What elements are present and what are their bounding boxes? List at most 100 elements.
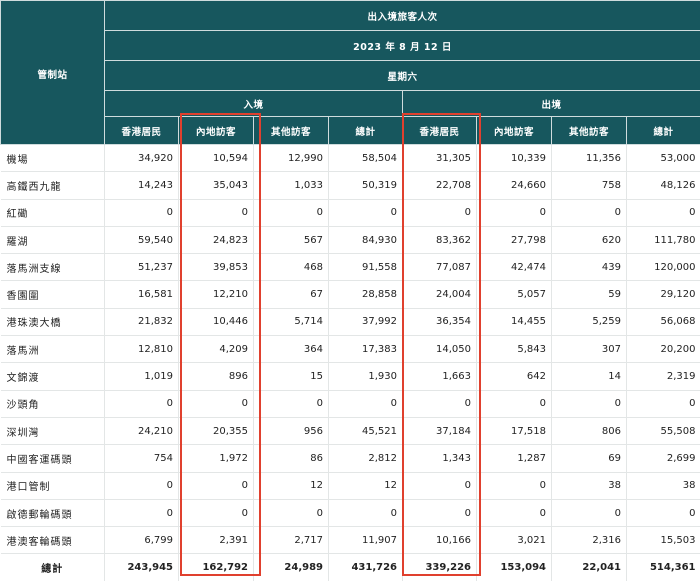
column-header: 總計 xyxy=(627,117,700,145)
table-cell: 22,041 xyxy=(552,554,627,581)
table-cell: 0 xyxy=(105,390,179,417)
table-cell: 4,209 xyxy=(179,336,254,363)
table-cell: 10,166 xyxy=(403,527,477,554)
table-cell: 514,361 xyxy=(627,554,700,581)
table-row: 文錦渡1,019896151,9301,663642142,319 xyxy=(1,363,700,390)
table-cell: 2,319 xyxy=(627,363,700,390)
table-row: 啟德郵輪碼頭00000000 xyxy=(1,499,700,526)
table-cell: 162,792 xyxy=(179,554,254,581)
table-cell: 0 xyxy=(403,472,477,499)
arrival-header: 入境 xyxy=(105,91,403,117)
table-cell: 28,858 xyxy=(329,281,403,308)
table-cell: 0 xyxy=(477,472,552,499)
table-cell: 42,474 xyxy=(477,254,552,281)
table-cell: 567 xyxy=(254,226,329,253)
table-cell: 1,930 xyxy=(329,363,403,390)
table-cell: 3,021 xyxy=(477,527,552,554)
station-name: 落馬洲 xyxy=(1,336,105,363)
table-cell: 14 xyxy=(552,363,627,390)
table-cell: 0 xyxy=(477,499,552,526)
table-cell: 2,699 xyxy=(627,445,700,472)
table-cell: 806 xyxy=(552,417,627,444)
table-cell: 27,798 xyxy=(477,226,552,253)
table-cell: 17,518 xyxy=(477,417,552,444)
table-cell: 0 xyxy=(254,390,329,417)
column-header: 內地訪客 xyxy=(477,117,552,145)
table-cell: 55,508 xyxy=(627,417,700,444)
table-cell: 1,972 xyxy=(179,445,254,472)
table-cell: 45,521 xyxy=(329,417,403,444)
table-cell: 22,708 xyxy=(403,172,477,199)
table-cell: 1,663 xyxy=(403,363,477,390)
table-cell: 38 xyxy=(627,472,700,499)
station-name: 羅湖 xyxy=(1,226,105,253)
station-name: 深圳灣 xyxy=(1,417,105,444)
table-cell: 50,319 xyxy=(329,172,403,199)
table-cell: 2,717 xyxy=(254,527,329,554)
table-cell: 16,581 xyxy=(105,281,179,308)
table-cell: 0 xyxy=(552,390,627,417)
table-cell: 37,184 xyxy=(403,417,477,444)
table-cell: 439 xyxy=(552,254,627,281)
table-cell: 0 xyxy=(254,199,329,226)
table-cell: 48,126 xyxy=(627,172,700,199)
table-cell: 12 xyxy=(329,472,403,499)
column-header: 內地訪客 xyxy=(179,117,254,145)
table-cell: 69 xyxy=(552,445,627,472)
table-cell: 12,990 xyxy=(254,145,329,172)
table-cell: 1,287 xyxy=(477,445,552,472)
table-cell: 53,000 xyxy=(627,145,700,172)
table-cell: 56,068 xyxy=(627,308,700,335)
table-row: 高鐵西九龍14,24335,0431,03350,31922,70824,660… xyxy=(1,172,700,199)
table-cell: 620 xyxy=(552,226,627,253)
table-cell: 0 xyxy=(179,199,254,226)
table-cell: 0 xyxy=(254,499,329,526)
table-cell: 0 xyxy=(105,199,179,226)
column-header: 總計 xyxy=(329,117,403,145)
table-weekday: 星期六 xyxy=(105,61,700,91)
table-cell: 24,660 xyxy=(477,172,552,199)
table-cell: 37,992 xyxy=(329,308,403,335)
table-row: 落馬洲支線51,23739,85346891,55877,08742,47443… xyxy=(1,254,700,281)
table-cell: 431,726 xyxy=(329,554,403,581)
table-cell: 111,780 xyxy=(627,226,700,253)
table-row: 港澳客輪碼頭6,7992,3912,71711,90710,1663,0212,… xyxy=(1,527,700,554)
table-cell: 34,920 xyxy=(105,145,179,172)
table-cell: 364 xyxy=(254,336,329,363)
table-cell: 11,907 xyxy=(329,527,403,554)
table-cell: 0 xyxy=(627,499,700,526)
station-name: 啟德郵輪碼頭 xyxy=(1,499,105,526)
station-name: 總計 xyxy=(1,554,105,581)
table-cell: 2,812 xyxy=(329,445,403,472)
table-cell: 0 xyxy=(329,499,403,526)
table-cell: 86 xyxy=(254,445,329,472)
table-cell: 15,503 xyxy=(627,527,700,554)
table-cell: 39,853 xyxy=(179,254,254,281)
station-name: 紅磡 xyxy=(1,199,105,226)
table-cell: 20,355 xyxy=(179,417,254,444)
table-cell: 307 xyxy=(552,336,627,363)
table-cell: 153,094 xyxy=(477,554,552,581)
table-cell: 6,799 xyxy=(105,527,179,554)
table-cell: 10,339 xyxy=(477,145,552,172)
station-name: 高鐵西九龍 xyxy=(1,172,105,199)
table-cell: 0 xyxy=(179,472,254,499)
station-name: 中國客運碼頭 xyxy=(1,445,105,472)
total-row: 總計243,945162,79224,989431,726339,226153,… xyxy=(1,554,700,581)
table-cell: 5,057 xyxy=(477,281,552,308)
table-cell: 642 xyxy=(477,363,552,390)
table-cell: 14,050 xyxy=(403,336,477,363)
table-cell: 11,356 xyxy=(552,145,627,172)
table-cell: 10,446 xyxy=(179,308,254,335)
station-header-label: 管制站 xyxy=(37,70,67,81)
table-cell: 1,019 xyxy=(105,363,179,390)
table-cell: 12,210 xyxy=(179,281,254,308)
table-cell: 0 xyxy=(477,199,552,226)
table-cell: 956 xyxy=(254,417,329,444)
table-cell: 59,540 xyxy=(105,226,179,253)
table-row: 港口管制001212003838 xyxy=(1,472,700,499)
table-cell: 1,343 xyxy=(403,445,477,472)
table-cell: 0 xyxy=(552,199,627,226)
table-cell: 0 xyxy=(329,199,403,226)
table-cell: 12,810 xyxy=(105,336,179,363)
